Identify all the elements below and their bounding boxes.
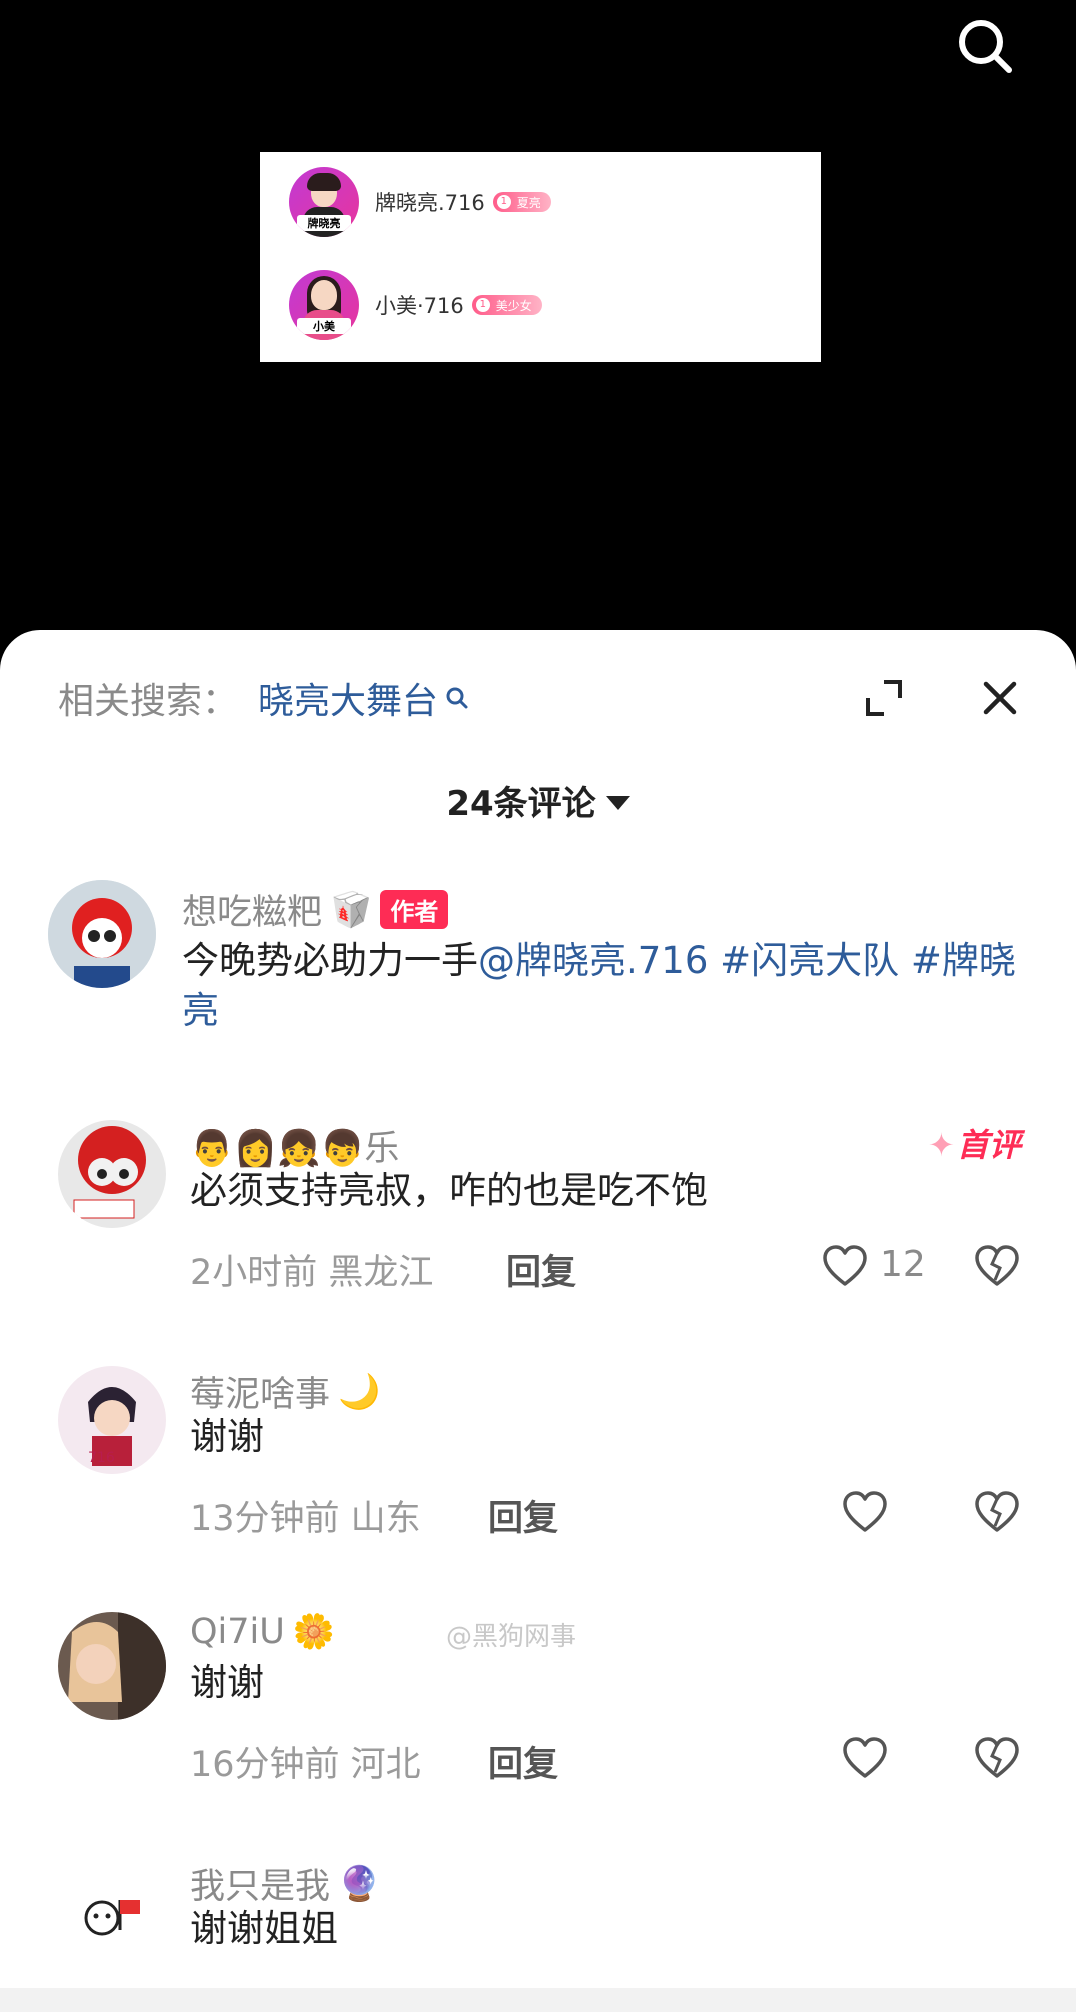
flower-icon: 🌼	[292, 1612, 336, 1652]
author-badge: 作者	[380, 890, 449, 929]
comment-count[interactable]: 24条评论	[446, 776, 595, 825]
expand-icon[interactable]	[864, 678, 904, 718]
broken-heart-icon[interactable]	[974, 1736, 1020, 1782]
avatar-tag: 小美	[297, 318, 351, 334]
avatar[interactable]	[58, 1120, 166, 1228]
related-search-text[interactable]: 晓亮大舞台	[258, 672, 438, 724]
avatar[interactable]	[58, 1612, 166, 1720]
avatar[interactable]	[48, 880, 156, 988]
search-icon	[446, 687, 468, 709]
avatar[interactable]	[58, 1858, 166, 1966]
comment-text: 谢谢	[190, 1415, 264, 1458]
comment-meta: 13分钟前 山东	[190, 1499, 421, 1539]
overlay-name: 小美·716	[375, 294, 464, 318]
related-search-label: 相关搜索：	[58, 681, 239, 722]
search-icon[interactable]	[955, 16, 1015, 76]
comment-text: 必须支持亮叔，咋的也是吃不饱	[190, 1169, 708, 1212]
like-count: 12	[880, 1244, 926, 1285]
comment-username[interactable]: 想吃糍粑 🥡 作者	[182, 884, 449, 935]
broken-heart-icon[interactable]	[974, 1490, 1020, 1536]
comment-meta: 2小时前 黑龙江	[190, 1253, 434, 1293]
comment-username[interactable]: 我只是我 🔮	[190, 1858, 380, 1909]
fan-badge: 1 美少女	[471, 295, 542, 315]
takeout-box-icon: 🥡	[330, 889, 373, 930]
reply-button[interactable]: 回复	[488, 1736, 558, 1787]
heart-icon[interactable]	[842, 1490, 888, 1536]
broken-heart-icon[interactable]	[974, 1244, 1020, 1290]
reply-button[interactable]: 回复	[506, 1244, 576, 1295]
reply-button[interactable]: 回复	[488, 1490, 558, 1541]
comment-text: 谢谢姐姐	[190, 1907, 338, 1950]
comment-username[interactable]: 莓泥啥事 🌙	[190, 1366, 380, 1417]
moon-icon: 🌙	[338, 1371, 381, 1412]
fan-badge: 1 夏亮	[492, 192, 551, 212]
comment-text: 今晚势必助力一手@牌晓亮.716 #闪亮大队 #牌晓亮	[182, 939, 1016, 1032]
input-bar-edge	[0, 1988, 1076, 2012]
watermark: @黑狗网事	[446, 1622, 577, 1652]
avatar: 小美	[289, 270, 359, 340]
first-comment-badge: 首评	[928, 1120, 1021, 1166]
comment-username[interactable]: 👨👩👧👦乐	[190, 1120, 399, 1171]
level-badge-icon: 🔮	[338, 1863, 381, 1904]
svg-text:716: 716	[88, 1450, 115, 1466]
comment-username[interactable]: Qi7iU 🌼	[190, 1612, 335, 1652]
video-area[interactable]: 牌晓亮 牌晓亮.716 1 夏亮 小美 小美·716 1 美少女	[0, 0, 1076, 640]
close-icon[interactable]	[980, 678, 1020, 718]
avatar-tag: 牌晓亮	[297, 215, 351, 231]
video-overlay-card: 牌晓亮 牌晓亮.716 1 夏亮 小美 小美·716 1 美少女	[260, 152, 821, 362]
heart-icon[interactable]	[842, 1736, 888, 1782]
comment-meta: 16分钟前 河北	[190, 1745, 421, 1785]
overlay-row: 小美 小美·716 1 美少女	[289, 270, 542, 340]
avatar[interactable]: 716	[58, 1366, 166, 1474]
avatar: 牌晓亮	[289, 167, 359, 237]
heart-icon[interactable]	[822, 1244, 868, 1290]
comment-sheet: 相关搜索： 晓亮大舞台 24条评论 想吃糍粑 🥡 作者 今晚势必助力一手@牌晓亮.7…	[0, 630, 1076, 2012]
comment-text: 谢谢	[190, 1661, 264, 1704]
related-search-link[interactable]: 晓亮大舞台	[258, 672, 470, 724]
overlay-row: 牌晓亮 牌晓亮.716 1 夏亮	[289, 167, 551, 237]
overlay-name: 牌晓亮.716	[375, 191, 485, 215]
chevron-down-icon[interactable]	[605, 795, 630, 810]
comment-count-sort[interactable]: 24条评论	[0, 776, 1076, 825]
